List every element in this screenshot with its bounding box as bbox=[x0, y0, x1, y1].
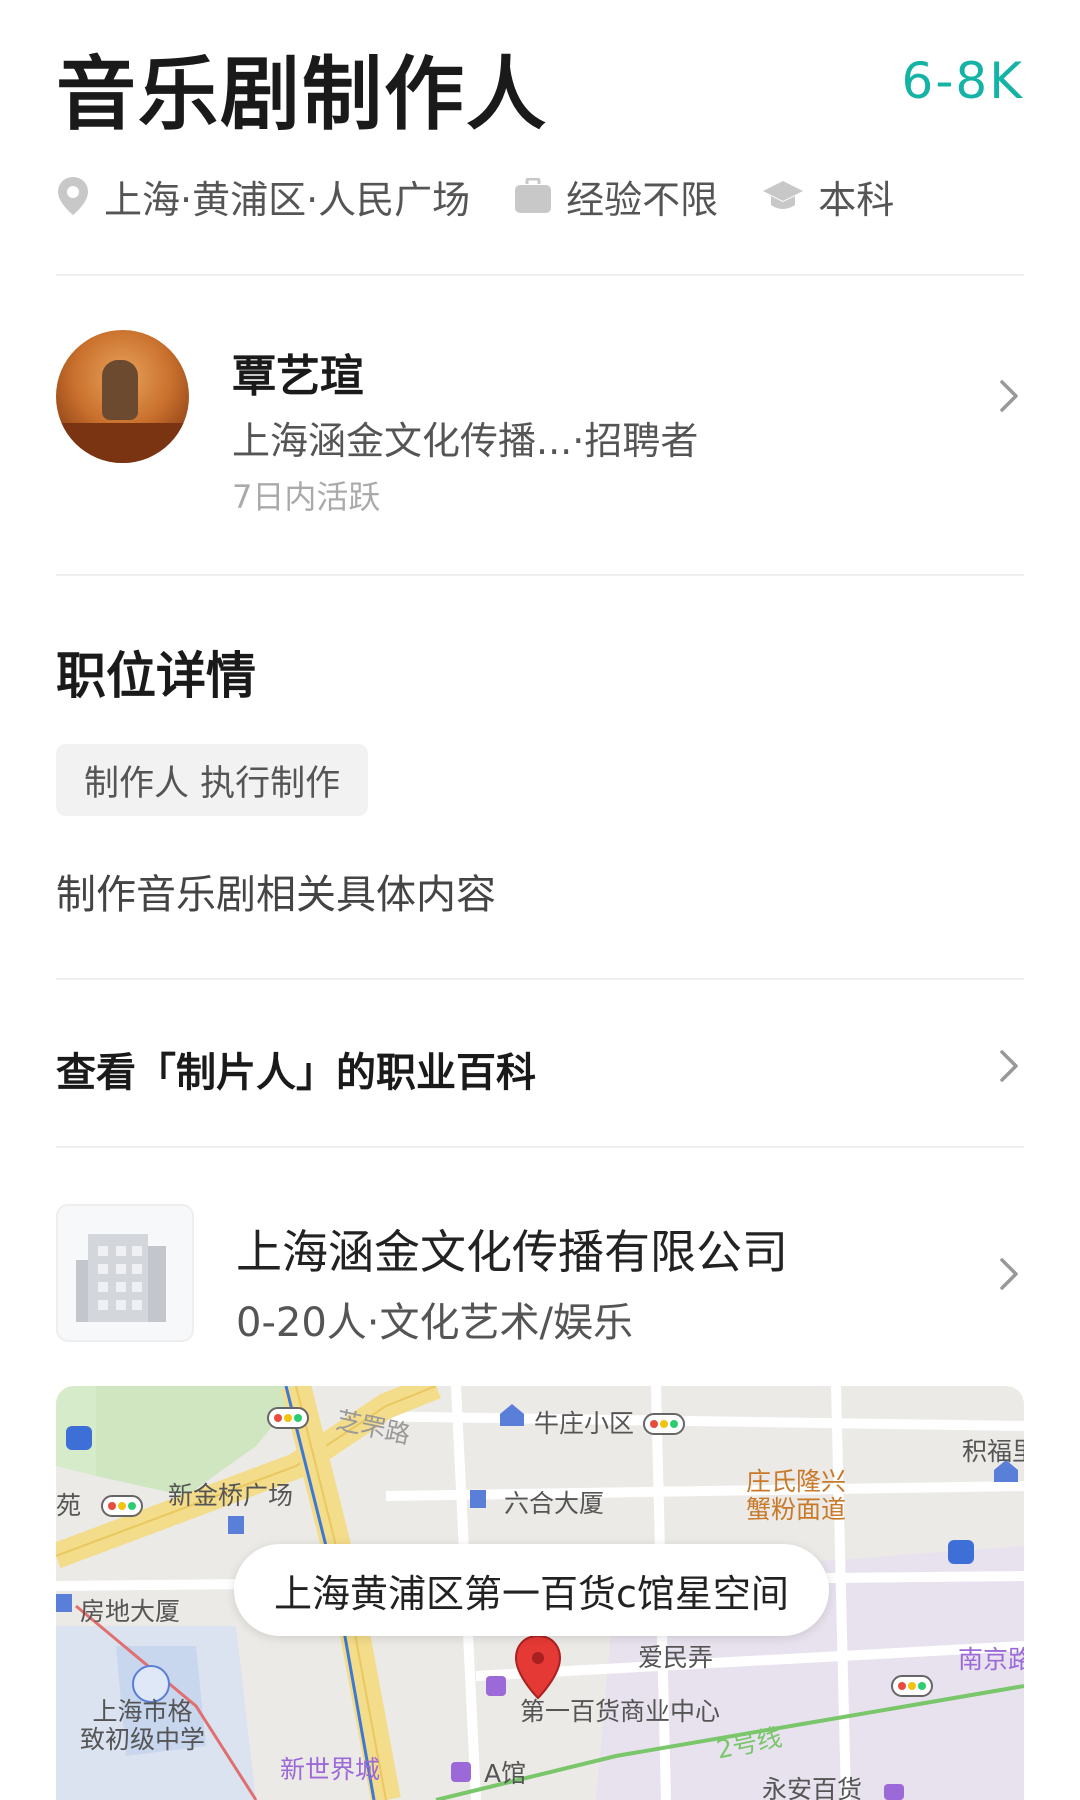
briefcase-icon bbox=[515, 178, 552, 213]
graduation-cap-icon bbox=[763, 181, 804, 209]
job-tag: 制作人 执行制作 bbox=[56, 744, 369, 816]
map-label: 上海市格 致初级中学 bbox=[80, 1697, 206, 1754]
avatar[interactable] bbox=[56, 330, 189, 463]
chevron-right-icon bbox=[1000, 380, 1018, 412]
education-text: 本科 bbox=[818, 177, 895, 222]
company-card[interactable]: 上海涵金文化传播有限公司 0-20人·文化艺术/娱乐 bbox=[56, 1204, 1024, 1346]
location-map[interactable]: 芝罘路 牛庄小区 积福里 新金桥广场 苑 六合大厦 庄氏隆兴 蟹粉面道 房地大厦… bbox=[56, 1386, 1024, 1800]
divider bbox=[56, 978, 1024, 980]
job-title: 音乐剧制作人 bbox=[56, 48, 548, 141]
map-label: 爱民弄 bbox=[638, 1643, 714, 1672]
experience-item: 经验不限 bbox=[514, 169, 718, 224]
recruiter-active-status: 7日内活跃 bbox=[232, 478, 381, 516]
section-title: 职位详情 bbox=[56, 647, 256, 705]
location-pin-icon bbox=[58, 177, 88, 215]
recruiter-company-role: 上海涵金文化传播...·招聘者 bbox=[232, 419, 699, 463]
map-label: 第一百货商业中心 bbox=[520, 1697, 721, 1726]
job-meta: 上海·黄浦区·人民广场 经验不限 本科 bbox=[56, 168, 938, 224]
experience-text: 经验不限 bbox=[566, 177, 719, 222]
company-info: 0-20人·文化艺术/娱乐 bbox=[236, 1300, 633, 1346]
job-description: 制作音乐剧相关具体内容 bbox=[56, 872, 496, 918]
map-label: 庄氏隆兴 蟹粉面道 bbox=[746, 1467, 847, 1524]
education-item: 本科 bbox=[762, 169, 894, 224]
location-text: 上海·黄浦区·人民广场 bbox=[104, 177, 471, 222]
map-label: 积福里 bbox=[962, 1437, 1024, 1466]
map-label: 永安百货 bbox=[762, 1775, 863, 1800]
chevron-right-icon bbox=[1000, 1050, 1018, 1082]
career-wiki-link[interactable]: 查看「制片人」的职业百科 bbox=[56, 1030, 1024, 1100]
divider bbox=[56, 574, 1024, 576]
divider bbox=[56, 274, 1024, 276]
map-label: 新金桥广场 bbox=[168, 1481, 294, 1510]
location-item: 上海·黄浦区·人民广场 bbox=[56, 169, 470, 224]
map-location-callout[interactable]: 上海黄浦区第一百货c馆星空间 bbox=[234, 1544, 829, 1636]
map-label: 新世界城 bbox=[280, 1755, 381, 1784]
building-icon bbox=[76, 1234, 166, 1322]
map-label: 房地大厦 bbox=[80, 1597, 181, 1626]
map-label: 苑 bbox=[56, 1491, 82, 1520]
map-label: 六合大厦 bbox=[504, 1489, 605, 1518]
chevron-right-icon bbox=[1000, 1258, 1018, 1290]
divider bbox=[56, 1146, 1024, 1148]
map-label: 牛庄小区 bbox=[534, 1409, 635, 1438]
recruiter-name: 覃艺瑄 bbox=[232, 351, 364, 402]
career-wiki-label: 查看「制片人」的职业百科 bbox=[56, 1050, 536, 1096]
map-label: 南京路 bbox=[958, 1645, 1024, 1674]
recruiter-card[interactable]: 覃艺瑄 上海涵金文化传播...·招聘者 7日内活跃 bbox=[56, 320, 1024, 516]
map-label: A馆 bbox=[484, 1759, 527, 1788]
company-name: 上海涵金文化传播有限公司 bbox=[236, 1225, 788, 1279]
company-logo bbox=[56, 1204, 194, 1342]
salary: 6-8K bbox=[901, 52, 1024, 110]
